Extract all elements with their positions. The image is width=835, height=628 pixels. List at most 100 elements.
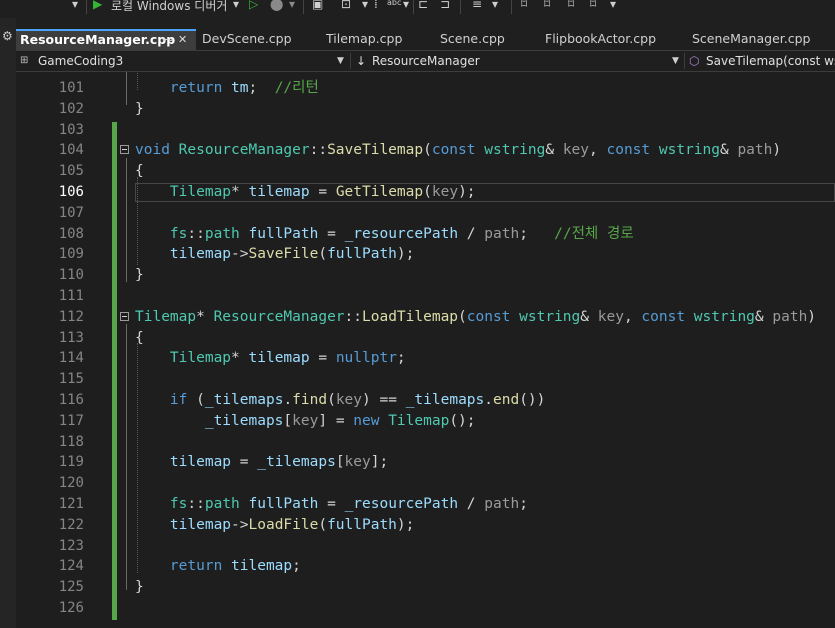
code-line[interactable]: 102} [16, 99, 835, 120]
code-line[interactable]: 119 tilemap = _tilemaps[key]; [16, 452, 835, 473]
bookmark-icon[interactable]: ⌑ [521, 0, 527, 11]
code-token: _tilemaps [204, 412, 284, 429]
code-token: ( [458, 308, 467, 325]
member-dropdown[interactable]: ⬡ SaveTilemap(const wstri [688, 51, 835, 71]
code-token: ]; [370, 454, 389, 471]
code-token: ResourceManager [213, 308, 345, 325]
code-line[interactable]: 122 tilemap->LoadFile(fullPath); [16, 515, 835, 536]
code-line[interactable]: 110} [16, 265, 835, 286]
code-token: nullptr [335, 350, 397, 367]
scope-dropdown[interactable]: ↓ ResourceManager ▼ [354, 51, 682, 71]
line-number: 115 [58, 371, 84, 388]
line-number: 103 [58, 121, 84, 138]
code-token: path [737, 142, 773, 159]
code-line[interactable]: 101 return tm; //리턴 [16, 78, 835, 99]
code-token: ); [396, 246, 415, 263]
start-without-debug-icon[interactable]: ▷ [249, 0, 258, 11]
code-token: path [484, 496, 520, 512]
code-line[interactable]: 117 _tilemaps[key] = new Tilemap(); [16, 411, 835, 432]
hot-reload-dropdown-icon[interactable]: ▾ [289, 0, 295, 11]
code-line[interactable]: 115 [16, 369, 835, 390]
code-token: //전체 경로 [554, 225, 634, 242]
tab-label: ResourceManager.cpp [20, 32, 176, 47]
local-debugger-button[interactable]: 로컬 Windows 디버거 [111, 0, 227, 14]
bookmarks-dropdown-icon[interactable]: ▾ [610, 0, 616, 11]
gear-icon[interactable]: ⚙ [2, 29, 13, 43]
collapse-region-icon[interactable] [120, 311, 129, 321]
code-token: :: [344, 308, 362, 325]
debugger-dropdown-icon[interactable]: ▾ [233, 0, 239, 11]
tab-tilemap-cpp[interactable]: Tilemap.cpp [322, 29, 434, 50]
browser-link-icon[interactable]: ⊡ [341, 0, 351, 11]
code-token: path [484, 225, 520, 242]
code-text: } [135, 265, 144, 286]
code-line[interactable]: 109 tilemap->SaveFile(fullPath); [16, 244, 835, 265]
code-line[interactable]: 120 [16, 473, 835, 494]
code-line[interactable]: 121 fs::path fullPath = _resourcePath / … [16, 494, 835, 515]
code-line[interactable]: 105 { [16, 161, 835, 182]
spellcheck-dropdown-icon[interactable]: ▾ [403, 0, 409, 11]
code-line[interactable]: 103 [16, 120, 835, 141]
collapse-region-icon[interactable] [120, 145, 129, 155]
code-token: ( [423, 142, 432, 159]
clear-bookmarks-icon[interactable]: ⌑ [590, 0, 596, 11]
uncomment-lines-icon[interactable]: ⊐ [440, 0, 450, 11]
code-token: key [335, 392, 363, 408]
code-token: tilemap [248, 184, 310, 200]
previous-bookmark-icon[interactable]: ⌑ [544, 0, 550, 11]
code-line[interactable]: 114 Tilemap* tilemap = nullptr; [16, 348, 835, 369]
indent-dropdown-icon[interactable]: ▾ [492, 0, 498, 11]
code-token: key [344, 454, 371, 471]
code-token: _tilemaps [257, 454, 336, 471]
code-token: Tilemap [388, 412, 450, 429]
code-line[interactable]: 123 [16, 536, 835, 557]
tab-resourcemanager-cpp[interactable]: ResourceManager.cpp ⊷ ✕ [16, 29, 196, 50]
diagnostic-tools-icon[interactable]: ▣ [312, 0, 323, 11]
code-token: ; [519, 225, 555, 242]
tab-devscene-cpp[interactable]: DevScene.cpp [198, 29, 320, 50]
code-text: fs::path fullPath = _resourcePath / path… [135, 224, 634, 245]
tab-flipbookactor-cpp[interactable]: FlipbookActor.cpp [541, 29, 687, 50]
code-token: void [135, 142, 179, 159]
tab-scene-cpp[interactable]: Scene.cpp [436, 29, 540, 50]
close-icon[interactable]: ✕ [178, 31, 187, 49]
start-debug-icon[interactable]: ▶ [93, 0, 102, 11]
line-number: 113 [58, 329, 84, 346]
code-token: . [283, 392, 293, 408]
toolbar-separator [86, 0, 87, 14]
code-token: = [231, 454, 258, 471]
code-token: wstring [658, 142, 720, 159]
code-line[interactable]: 111 [16, 286, 835, 307]
tab-scenemanager-cpp[interactable]: SceneManager.cpp [688, 29, 835, 50]
code-token: = [318, 225, 345, 242]
code-token: ( [318, 516, 328, 533]
code-line[interactable]: 104 void ResourceManager::SaveTilemap(con… [16, 140, 835, 161]
line-number: 120 [58, 475, 84, 492]
config-dropdown-icon[interactable]: ▾ [72, 0, 78, 11]
code-line[interactable]: 126 [16, 598, 835, 619]
code-line[interactable]: 116 if (_tilemaps.find(key) == _tilemaps… [16, 390, 835, 411]
code-line[interactable]: 118 [16, 432, 835, 453]
project-dropdown[interactable]: ⊞ GameCoding3 ▼ [16, 51, 348, 71]
indent-icon[interactable]: ≡ [472, 0, 482, 11]
code-line[interactable]: 113 { [16, 328, 835, 349]
tab-label: Scene.cpp [440, 31, 505, 46]
code-line[interactable]: 124 return tilemap; [16, 556, 835, 577]
code-line[interactable]: 106 Tilemap* tilemap = GetTilemap(key); [16, 182, 835, 203]
code-line[interactable]: 107 [16, 203, 835, 224]
comment-lines-icon[interactable]: ⊏ [418, 0, 428, 11]
code-line[interactable]: 108 fs::path fullPath = _resourcePath / … [16, 224, 835, 245]
line-number: 116 [58, 392, 84, 408]
code-token: const [431, 142, 485, 159]
code-line[interactable]: 125} [16, 577, 835, 598]
next-bookmark-icon[interactable]: ⌑ [568, 0, 574, 11]
line-number: 126 [58, 600, 84, 616]
code-line[interactable]: 112 Tilemap* ResourceManager::LoadTilemap… [16, 307, 835, 328]
hot-reload-icon[interactable]: ⬤ [270, 0, 283, 11]
spellcheck-icon[interactable]: abc [387, 0, 401, 7]
code-token: ( [187, 392, 205, 408]
browser-link-dropdown-icon[interactable]: ▾ [362, 0, 368, 11]
pin-icon[interactable]: ⊷ [162, 31, 173, 49]
code-editor[interactable]: 101 return tm; //리턴 102} 103 104 void Resour… [16, 72, 835, 628]
